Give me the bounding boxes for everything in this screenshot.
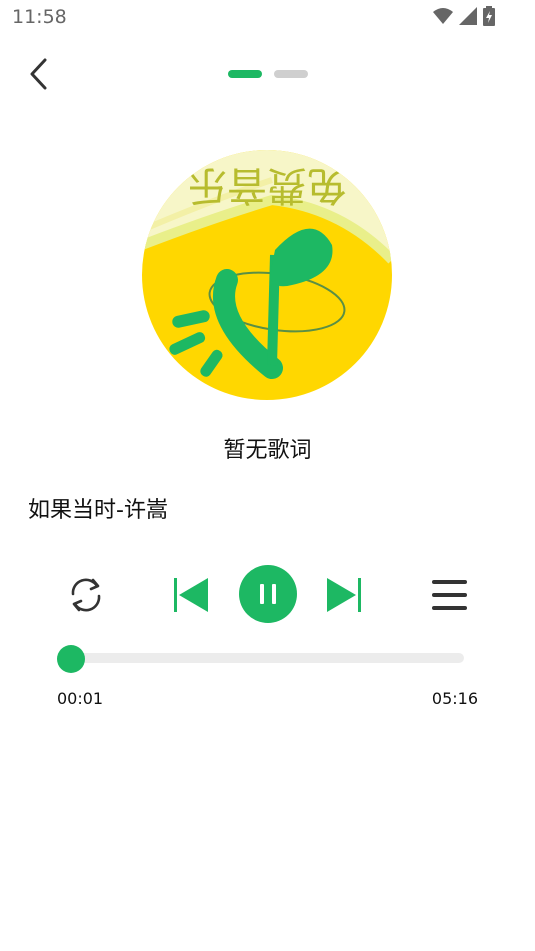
- repeat-icon: [71, 578, 101, 612]
- music-note-logo: 免费音乐: [142, 150, 392, 400]
- repeat-button[interactable]: [65, 574, 107, 616]
- status-time: 11:58: [12, 6, 67, 28]
- battery-charging-icon: [483, 6, 495, 26]
- next-button[interactable]: [325, 576, 365, 614]
- status-icons: [433, 6, 495, 26]
- wifi-icon: [433, 8, 453, 24]
- menu-icon: [432, 580, 467, 610]
- chevron-left-icon: [30, 58, 47, 90]
- song-title: 如果当时-许嵩: [28, 498, 168, 523]
- skip-previous-icon: [174, 578, 208, 612]
- skip-next-icon: [327, 578, 361, 612]
- signal-icon: [459, 7, 477, 25]
- back-button[interactable]: [22, 56, 58, 92]
- play-pause-button[interactable]: [239, 565, 297, 623]
- playlist-button[interactable]: [430, 577, 470, 613]
- status-bar: 11:58: [0, 0, 535, 36]
- progress-track[interactable]: [70, 653, 464, 663]
- album-art: 免费音乐: [142, 150, 392, 400]
- current-time: 00:01: [57, 689, 104, 708]
- page-dot-inactive[interactable]: [274, 70, 308, 78]
- page-indicator: [228, 70, 308, 78]
- music-player-screen: 11:58 免费音乐 暂无歌词 如果当时-许嵩 00:01 05:16: [0, 0, 535, 951]
- previous-button[interactable]: [170, 576, 210, 614]
- page-dot-active[interactable]: [228, 70, 262, 78]
- pause-icon: [239, 565, 297, 623]
- total-time: 05:16: [431, 689, 478, 708]
- progress-thumb[interactable]: [57, 645, 86, 673]
- album-art-text: 免费音乐: [187, 162, 347, 208]
- lyrics-text: 暂无歌词: [223, 438, 312, 463]
